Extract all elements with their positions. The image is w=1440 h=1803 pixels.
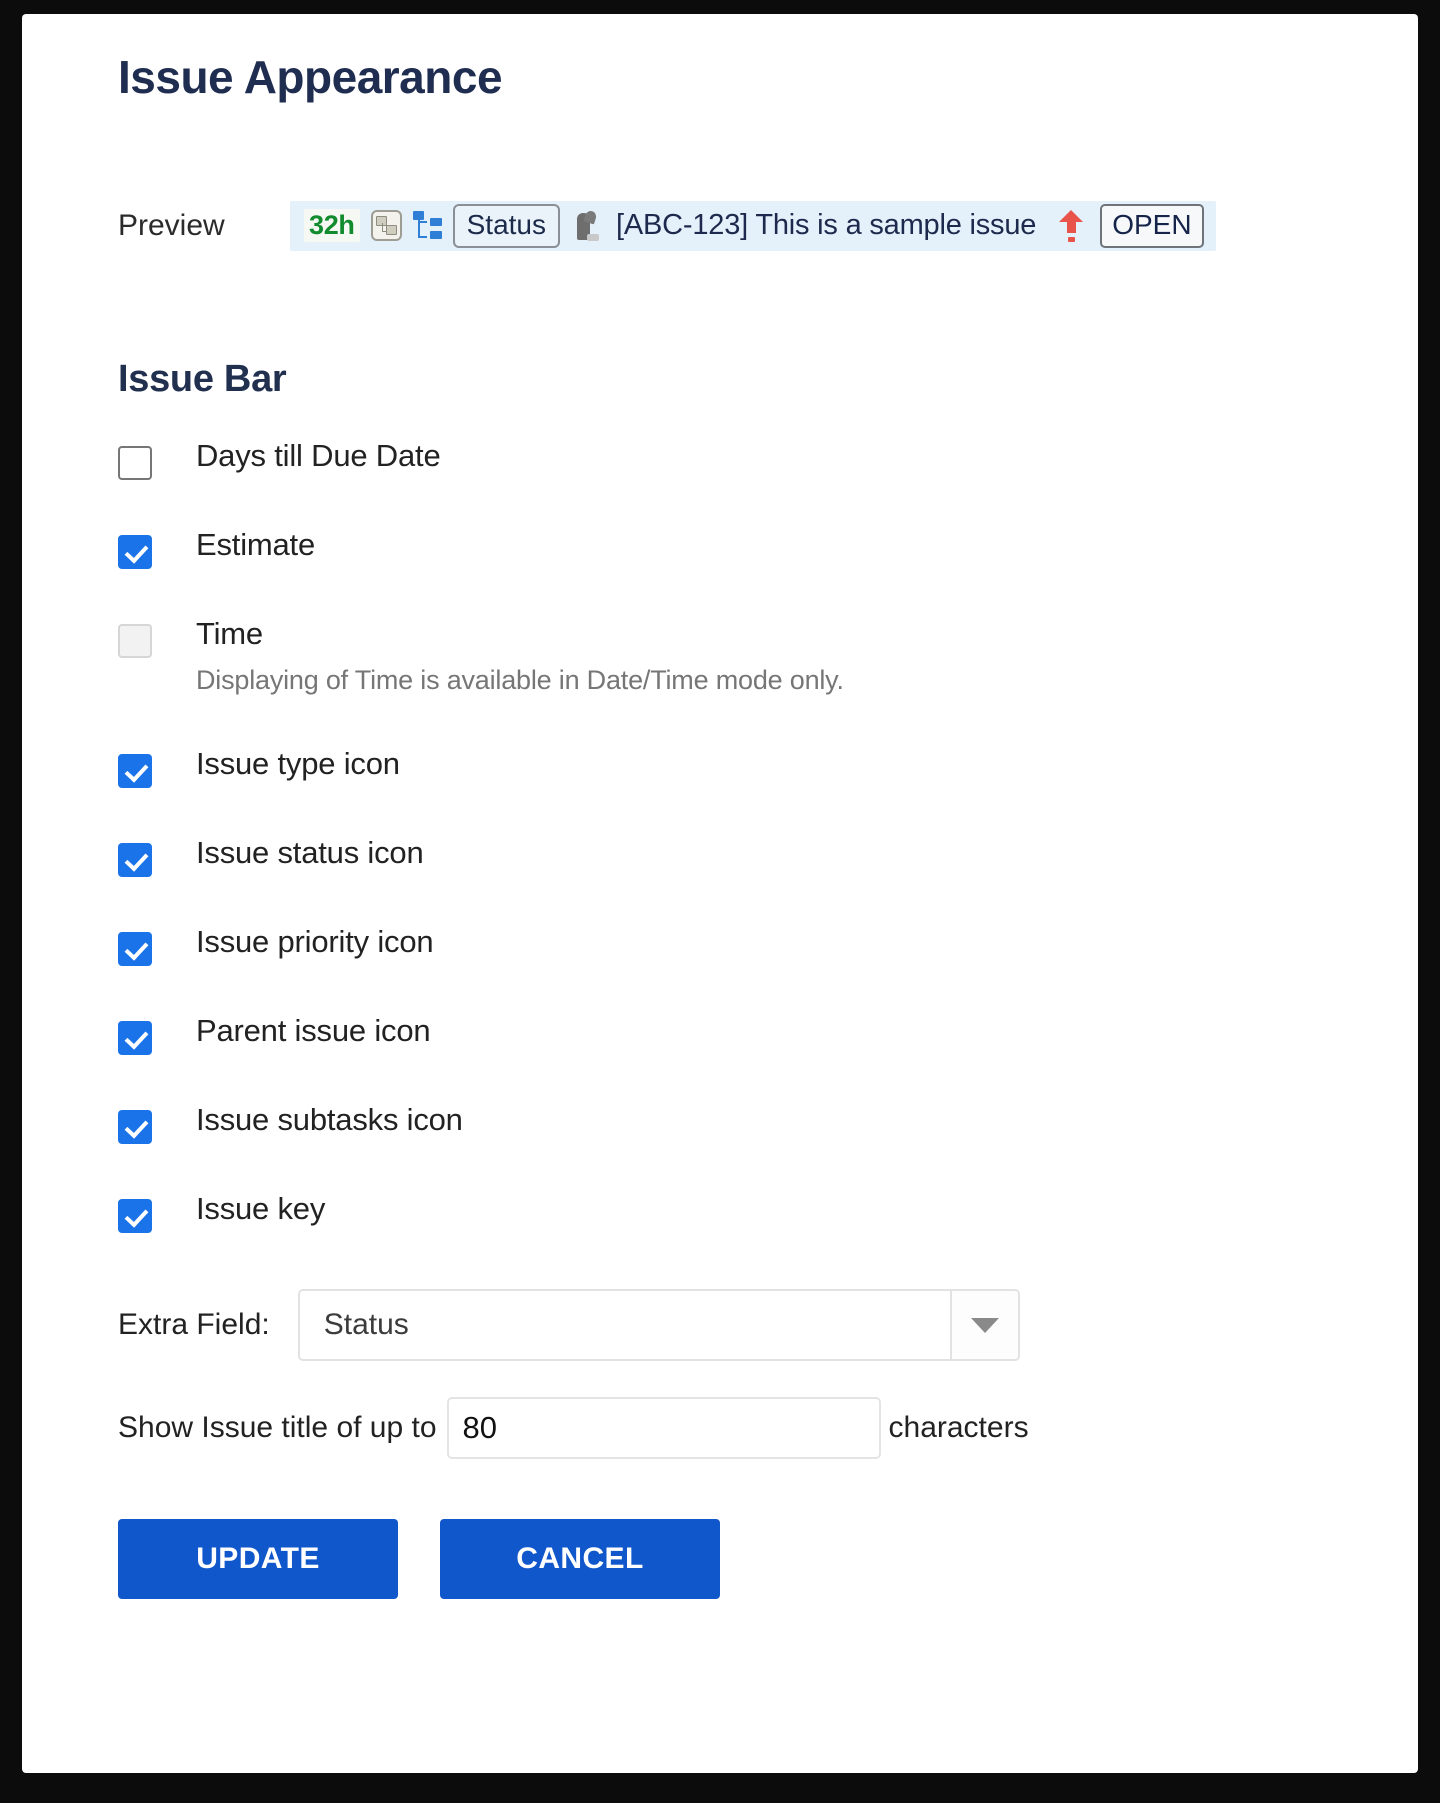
status-badge: OPEN — [1100, 204, 1203, 248]
dialog-actions: UPDATE CANCEL — [118, 1519, 1358, 1599]
option-row-days-till-due-date[interactable]: Days till Due Date — [118, 438, 1358, 527]
issue-priority-icon — [1057, 209, 1085, 243]
option-row-issue-type-icon[interactable]: Issue type icon — [118, 746, 1358, 835]
option-row-issue-key[interactable]: Issue key — [118, 1191, 1358, 1269]
parent-issue-icon — [371, 210, 402, 241]
title-length-row: Show Issue title of up to characters — [118, 1397, 1358, 1459]
title-length-suffix: characters — [889, 1411, 1029, 1445]
option-label: Time — [196, 616, 844, 653]
issue-appearance-dialog: Issue Appearance Preview 32h Status [ABC… — [22, 14, 1418, 1773]
extra-field-select[interactable]: Status — [298, 1289, 1020, 1361]
page-title: Issue Appearance — [118, 52, 1358, 103]
cancel-button[interactable]: CANCEL — [440, 1519, 720, 1599]
update-button[interactable]: UPDATE — [118, 1519, 398, 1599]
checkbox-days-till-due-date[interactable] — [118, 446, 152, 480]
checkbox-issue-key[interactable] — [118, 1199, 152, 1233]
option-label: Issue type icon — [196, 746, 400, 783]
preview-row: Preview 32h Status [ABC-123] This is a s… — [118, 201, 1358, 251]
estimate-value: 32h — [304, 209, 360, 242]
option-row-issue-status-icon[interactable]: Issue status icon — [118, 835, 1358, 924]
screen-background: Issue Appearance Preview 32h Status [ABC… — [0, 0, 1440, 1803]
extra-field-label: Extra Field: — [118, 1308, 270, 1342]
option-row-issue-subtasks-icon[interactable]: Issue subtasks icon — [118, 1102, 1358, 1191]
status-chip: Status — [453, 204, 560, 248]
issue-summary-text: [ABC-123] This is a sample issue — [616, 209, 1036, 242]
option-label: Issue key — [196, 1191, 325, 1228]
option-label: Estimate — [196, 527, 315, 564]
checkbox-issue-status-icon[interactable] — [118, 843, 152, 877]
checkbox-issue-type-icon[interactable] — [118, 754, 152, 788]
option-label: Days till Due Date — [196, 438, 441, 475]
extra-field-value: Status — [300, 1291, 950, 1359]
issue-subtasks-icon — [413, 210, 442, 241]
option-label: Issue priority icon — [196, 924, 433, 961]
chevron-down-icon[interactable] — [950, 1291, 1018, 1359]
title-length-input[interactable] — [447, 1397, 881, 1459]
option-label: Parent issue icon — [196, 1013, 430, 1050]
section-title-issue-bar: Issue Bar — [118, 359, 1358, 401]
option-row-time: Time Displaying of Time is available in … — [118, 616, 1358, 746]
checkbox-issue-subtasks-icon[interactable] — [118, 1110, 152, 1144]
extra-field-row: Extra Field: Status — [118, 1289, 1358, 1361]
option-row-parent-issue-icon[interactable]: Parent issue icon — [118, 1013, 1358, 1102]
title-length-prefix: Show Issue title of up to — [118, 1411, 437, 1445]
checkbox-estimate[interactable] — [118, 535, 152, 569]
preview-label: Preview — [118, 209, 290, 243]
option-row-estimate[interactable]: Estimate — [118, 527, 1358, 616]
checkbox-issue-priority-icon[interactable] — [118, 932, 152, 966]
checkbox-time — [118, 624, 152, 658]
checkbox-parent-issue-icon[interactable] — [118, 1021, 152, 1055]
issue-bar-options-list: Days till Due Date Estimate Time D — [118, 438, 1358, 1269]
option-row-issue-priority-icon[interactable]: Issue priority icon — [118, 924, 1358, 1013]
issue-bar-section: Issue Bar Days till Due Date Estimate — [118, 359, 1358, 1600]
option-label: Issue subtasks icon — [196, 1102, 463, 1139]
issue-type-icon — [571, 210, 601, 242]
issue-bar-preview: 32h Status [ABC-123] This is a sample is… — [290, 201, 1216, 251]
option-label: Issue status icon — [196, 835, 424, 872]
option-hint-time: Displaying of Time is available in Date/… — [196, 665, 844, 696]
